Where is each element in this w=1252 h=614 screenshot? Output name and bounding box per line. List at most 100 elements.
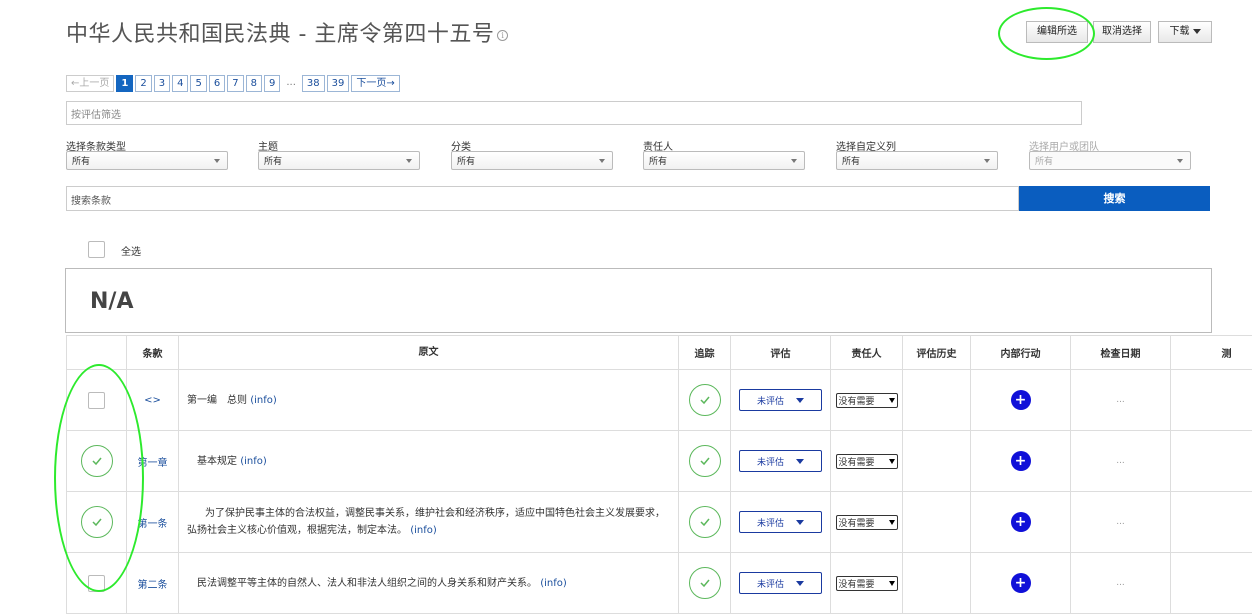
page-link[interactable]: 7 (227, 75, 244, 92)
owner-value: 没有需要 (838, 396, 875, 407)
eval-dropdown[interactable]: 未评估 (739, 572, 822, 594)
info-link[interactable]: (info) (540, 578, 567, 589)
owner-dropdown[interactable]: 没有需要 (835, 575, 898, 591)
eval-dropdown[interactable]: 未评估 (739, 450, 822, 472)
table-row: 第二条 民法调整平等主体的自然人、法人和非法人组织之间的人身关系和财产关系。 (… (66, 553, 1252, 614)
eval-value: 未评估 (756, 396, 784, 407)
eval-dropdown[interactable]: 未评估 (739, 389, 822, 411)
column-header[interactable]: 评估 (731, 336, 831, 369)
column-header[interactable]: 测 (1171, 336, 1252, 369)
eval-value: 未评估 (756, 457, 784, 468)
column-header[interactable]: 条款 (127, 336, 179, 369)
info-icon[interactable]: i (497, 29, 509, 41)
triangle-down-icon (796, 580, 804, 586)
column-header[interactable]: 追踪 (679, 336, 731, 369)
info-link[interactable]: (info) (240, 456, 267, 467)
history-cell (903, 553, 971, 613)
page-link[interactable]: 39 (326, 75, 350, 92)
add-action-button[interactable]: + (1010, 573, 1031, 593)
pagination-ellipsis: ... (286, 77, 296, 88)
table-row: 第一条 为了保护民事主体的合法权益，调整民事关系，维护社会和经济秩序，适应中国特… (66, 492, 1252, 553)
action-cell: + (971, 553, 1071, 613)
filter-label: 分类 (451, 142, 471, 153)
owner-select[interactable]: 所有 (643, 151, 805, 170)
text-cell: 第一编 总则 (info) (179, 370, 679, 430)
annotation-ring-checkboxes (54, 364, 144, 592)
filter-label: 选择自定义列 (836, 142, 896, 153)
clause-link[interactable]: 第二条 (138, 576, 168, 591)
date-value: ... (1116, 456, 1125, 466)
add-action-button[interactable]: + (1010, 512, 1031, 532)
text-cell: 基本规定 (info) (179, 431, 679, 491)
annotation-ring-edit (998, 7, 1095, 60)
date-cell: ... (1071, 492, 1171, 552)
topic-select[interactable]: 所有 (258, 151, 420, 170)
column-header[interactable]: 内部行动 (971, 336, 1071, 369)
clause-link[interactable]: <> (144, 395, 161, 406)
history-cell (903, 431, 971, 491)
column-header[interactable]: 检查日期 (1071, 336, 1171, 369)
eval-dropdown[interactable]: 未评估 (739, 511, 822, 533)
clause-text: 民法调整平等主体的自然人、法人和非法人组织之间的人身关系和财产关系。 (197, 577, 537, 589)
cancel-selection-button[interactable]: 取消选择 (1093, 21, 1151, 43)
info-link[interactable]: (info) (250, 395, 277, 406)
date-cell: ... (1071, 370, 1171, 430)
triangle-down-icon (796, 458, 804, 464)
track-check-icon[interactable] (688, 567, 721, 599)
track-cell (679, 492, 731, 552)
column-header[interactable]: 评估历史 (903, 336, 971, 369)
info-link[interactable]: (info) (410, 525, 437, 536)
owner-dropdown[interactable]: 没有需要 (835, 514, 898, 530)
category-select[interactable]: 所有 (451, 151, 613, 170)
eval-cell: 未评估 (731, 492, 831, 552)
date-value: ... (1116, 578, 1125, 588)
clause-text: 第一编 总则 (187, 394, 247, 406)
track-cell (679, 431, 731, 491)
add-action-button[interactable]: + (1010, 390, 1031, 410)
eval-filter-input[interactable]: 按评估筛选 (66, 101, 1082, 125)
extra-cell (1171, 431, 1252, 491)
owner-filter: 责任人 所有 (643, 138, 805, 170)
page-link[interactable]: 38 (301, 75, 325, 92)
track-check-icon[interactable] (688, 445, 721, 477)
history-cell (903, 492, 971, 552)
prev-page-link[interactable]: ←上一页 (66, 75, 115, 92)
column-header[interactable]: 原文 (179, 336, 679, 369)
page-link[interactable]: 6 (208, 75, 226, 92)
search-button[interactable]: 搜索 (1019, 186, 1210, 211)
next-page-link[interactable]: 下一页→ (351, 75, 400, 92)
custom-column-select[interactable]: 所有 (836, 151, 998, 170)
clause-table: 条款 原文 追踪 评估 责任人 评估历史 内部行动 检查日期 测 <> 第一编 … (66, 335, 1252, 614)
clause-text: 基本规定 (197, 455, 237, 467)
page-link[interactable]: 9 (263, 75, 281, 92)
download-button[interactable]: 下载 (1158, 21, 1212, 43)
add-action-button[interactable]: + (1010, 451, 1031, 471)
action-cell: + (971, 492, 1071, 552)
eval-cell: 未评估 (731, 431, 831, 491)
page-link[interactable]: 8 (245, 75, 262, 92)
clause-link[interactable]: 第一条 (138, 515, 168, 530)
page-link[interactable]: 4 (172, 75, 189, 92)
owner-dropdown[interactable]: 没有需要 (835, 392, 898, 408)
page-link[interactable]: 2 (135, 75, 152, 92)
eval-value: 未评估 (756, 579, 784, 590)
triangle-down-icon (888, 519, 895, 525)
user-team-filter: 选择用户或团队 所有 (1029, 138, 1191, 170)
search-clause-input[interactable]: 搜索条款 (66, 186, 1019, 211)
column-header[interactable]: 责任人 (831, 336, 903, 369)
page-link[interactable]: 1 (116, 75, 134, 92)
clause-type-select[interactable]: 所有 (66, 151, 228, 170)
clause-type-filter: 选择条款类型 所有 (66, 138, 228, 170)
filter-label: 责任人 (643, 142, 673, 153)
topic-filter: 主题 所有 (258, 138, 420, 170)
page-title-text: 中华人民共和国民法典 - 主席令第四十五号 (66, 22, 495, 47)
track-check-icon[interactable] (688, 506, 721, 538)
owner-dropdown[interactable]: 没有需要 (835, 453, 898, 469)
owner-value: 没有需要 (838, 579, 875, 590)
date-cell: ... (1071, 431, 1171, 491)
select-all-checkbox[interactable] (88, 241, 105, 258)
page-link[interactable]: 5 (190, 75, 207, 92)
date-value: ... (1116, 517, 1125, 527)
track-check-icon[interactable] (688, 384, 721, 416)
page-link[interactable]: 3 (153, 75, 171, 92)
